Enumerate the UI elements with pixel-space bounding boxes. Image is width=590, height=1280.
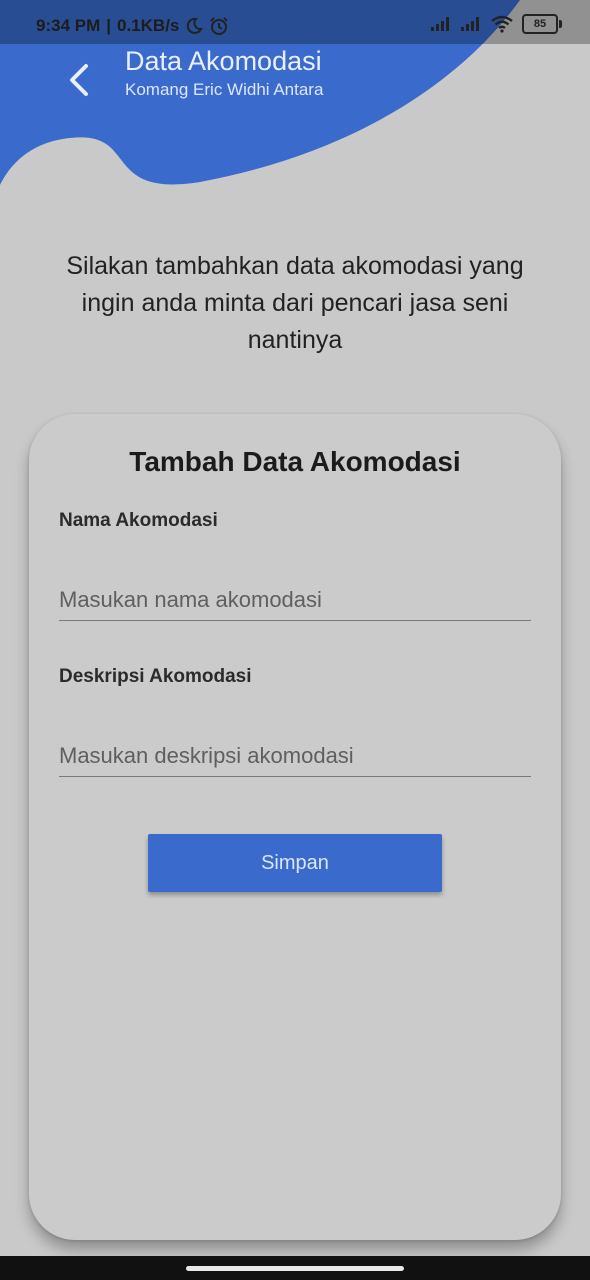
signal-icon bbox=[461, 17, 479, 31]
save-button[interactable]: Simpan bbox=[148, 834, 442, 892]
status-time: 9:34 PM bbox=[36, 16, 101, 35]
signal-icon bbox=[431, 17, 449, 31]
page-title: Data Akomodasi bbox=[125, 46, 322, 76]
home-indicator[interactable] bbox=[186, 1266, 404, 1271]
form-title: Tambah Data Akomodasi bbox=[129, 446, 461, 477]
name-label: Nama Akomodasi bbox=[59, 510, 218, 531]
moon-icon bbox=[187, 17, 204, 34]
chevron-left-icon bbox=[70, 64, 88, 96]
wifi-icon bbox=[491, 15, 513, 33]
form-card: Tambah Data Akomodasi Nama Akomodasi Des… bbox=[29, 414, 561, 1240]
name-input[interactable] bbox=[59, 580, 531, 621]
navigation-bar bbox=[0, 1256, 590, 1280]
alarm-icon bbox=[210, 17, 229, 35]
status-network-speed: 0.1KB/s bbox=[117, 16, 180, 35]
status-bar: 9:34 PM | 0.1KB/s 85 bbox=[0, 0, 590, 44]
page-subtitle: Komang Eric Widhi Antara bbox=[125, 80, 324, 99]
description-label: Deskripsi Akomodasi bbox=[59, 666, 252, 687]
intro-text: Silakan tambahkan data akomodasi yang in… bbox=[66, 252, 524, 354]
battery-icon: 85 bbox=[522, 14, 562, 34]
back-button[interactable] bbox=[58, 58, 102, 102]
description-input[interactable] bbox=[59, 736, 531, 777]
battery-level: 85 bbox=[533, 18, 547, 30]
